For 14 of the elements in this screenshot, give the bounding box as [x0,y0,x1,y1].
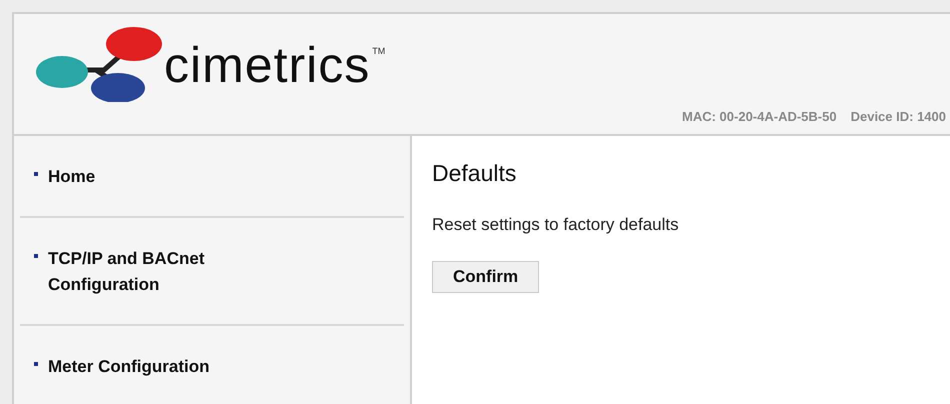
bullet-icon [34,254,38,258]
logo-icon [34,24,164,102]
nav-link[interactable]: TCP/IP and BACnet Configuration [48,246,288,298]
nav-link[interactable]: Home [48,164,288,190]
page-title: Defaults [432,160,516,187]
description: Reset settings to factory defaults [432,215,679,235]
mac-address: MAC: 00-20-4A-AD-5B-50 [682,109,837,124]
trademark: TM [372,46,386,56]
bullet-icon [34,362,38,366]
confirm-button[interactable]: Confirm [432,261,540,293]
device-id: Device ID: 1400 [850,109,946,124]
brand-name: cimetrics [164,36,370,94]
bullet-icon [34,172,38,176]
nav-link[interactable]: Meter Configuration [48,354,288,380]
